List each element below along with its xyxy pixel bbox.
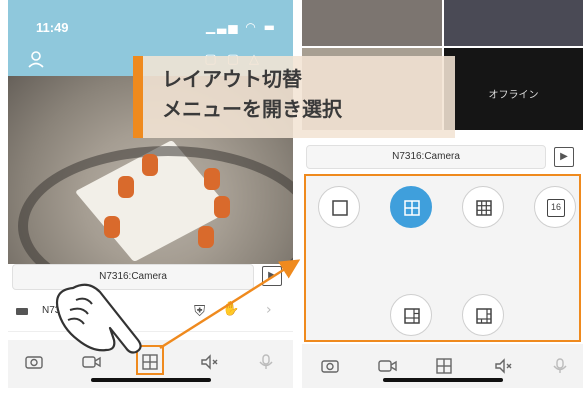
wifi-icon: ◠ [245,20,258,34]
sixteen-layout-label: 16 [547,199,565,217]
mic-icon[interactable] [254,354,278,374]
callout-text: レイアウト切替 メニューを開き選択 [162,64,342,124]
one-plus-five-layout-button[interactable] [462,294,504,336]
chair [142,154,158,176]
offline-label: オフライン [488,90,539,101]
camera-icon[interactable] [22,354,46,374]
callout-line-1: レイアウト切替 [162,67,302,91]
playback-icon[interactable]: ▶ [262,266,282,286]
nine-layout-button[interactable] [462,186,504,228]
mic-icon[interactable] [548,358,572,378]
callout-accent-stripe [133,56,143,138]
shield-settings-icon[interactable]: ⛨ [194,302,205,320]
mute-icon[interactable] [492,358,516,378]
chair [198,226,214,248]
sixteen-layout-button[interactable]: 16 [534,186,576,228]
chair [214,196,230,218]
callout-line-2: メニューを開き選択 [162,97,342,121]
status-time: 11:49 [36,20,69,35]
one-plus-three-layout-button[interactable] [390,294,432,336]
chair [118,176,134,198]
chevron-right-icon[interactable]: › [266,302,272,318]
chair [204,168,220,190]
camera-name: N7316:Camera [392,151,460,162]
single-layout-button[interactable] [318,186,360,228]
hand-icon[interactable]: ✋ [222,301,239,317]
quad-layout-button[interactable] [390,186,432,228]
bottom-toolbar [302,344,583,388]
camera-cell-2[interactable] [444,0,583,46]
layout-menu: 16 [304,174,581,342]
battery-icon: ▬ [263,20,277,34]
layout-icon[interactable] [432,358,456,378]
video-icon[interactable] [376,358,400,378]
status-icons: ▁▃▅ ◠ ▬ [206,20,277,34]
user-icon[interactable] [28,50,44,72]
home-indicator [382,378,503,382]
camera-cell-1[interactable] [302,0,442,46]
pointing-hand-icon [55,283,142,354]
camera-icon[interactable] [318,358,342,378]
signal-icon: ▁▃▅ [205,20,240,34]
camera-name-bar: N7316:Camera [306,145,546,169]
chair [104,216,120,238]
mute-icon[interactable] [198,354,222,374]
playback-icon[interactable]: ▶ [554,147,574,167]
home-indicator [90,378,211,382]
device-icon [16,308,28,315]
